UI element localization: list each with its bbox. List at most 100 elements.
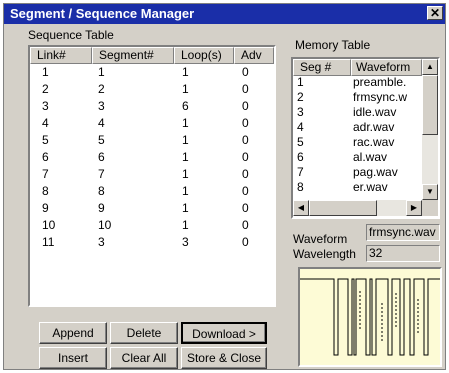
loops-cell: 1 xyxy=(182,167,189,181)
list-item[interactable]: 2 frmsync.w xyxy=(293,91,423,104)
waveform-graph xyxy=(300,278,440,356)
insert-button[interactable]: Insert xyxy=(39,347,107,369)
link-cell: 4 xyxy=(42,116,49,130)
segment-cell: 3 xyxy=(98,99,105,113)
table-row[interactable]: 3 3 6 0 xyxy=(30,99,274,114)
column-header-segment[interactable]: Segment# xyxy=(92,47,174,64)
download-button[interactable]: Download > xyxy=(181,322,267,344)
list-item[interactable]: 6 al.wav xyxy=(293,151,423,164)
table-row[interactable]: 1 1 1 0 xyxy=(30,65,274,80)
list-item[interactable]: 4 adr.wav xyxy=(293,121,423,134)
loops-cell: 6 xyxy=(182,99,189,113)
table-row[interactable]: 6 6 1 0 xyxy=(30,150,274,165)
scroll-thumb[interactable] xyxy=(422,75,438,135)
adv-cell: 0 xyxy=(242,150,249,164)
seg-cell: 6 xyxy=(297,150,304,164)
column-header-seg[interactable]: Seg # xyxy=(293,59,351,76)
append-button[interactable]: Append xyxy=(39,322,107,344)
sequence-table-label: Sequence Table xyxy=(28,28,114,42)
waveform-cell: al.wav xyxy=(353,150,388,164)
table-row[interactable]: 9 9 1 0 xyxy=(30,201,274,216)
list-item[interactable]: 8 er.wav xyxy=(293,181,423,194)
segment-cell: 8 xyxy=(98,184,105,198)
table-row[interactable]: 10 10 1 0 xyxy=(30,218,274,233)
table-row[interactable]: 8 8 1 0 xyxy=(30,184,274,199)
scroll-thumb-horizontal[interactable] xyxy=(309,200,377,216)
wavelength-field[interactable]: 32 xyxy=(366,245,440,262)
loops-cell: 1 xyxy=(182,218,189,232)
seg-cell: 4 xyxy=(297,120,304,134)
table-row[interactable]: 5 5 1 0 xyxy=(30,133,274,148)
store-close-button[interactable]: Store & Close xyxy=(181,347,267,369)
segment-cell: 7 xyxy=(98,167,105,181)
column-header-loops[interactable]: Loop(s) xyxy=(174,47,234,64)
segment-cell: 1 xyxy=(98,65,105,79)
waveform-label: Waveform xyxy=(293,232,348,246)
waveform-preview xyxy=(298,267,442,367)
memory-horizontal-scrollbar[interactable]: ◀ ▶ xyxy=(293,200,422,216)
link-cell: 5 xyxy=(42,133,49,147)
column-header-adv[interactable]: Adv xyxy=(234,47,274,64)
adv-cell: 0 xyxy=(242,184,249,198)
adv-cell: 0 xyxy=(242,218,249,232)
delete-button[interactable]: Delete xyxy=(110,322,178,344)
seg-cell: 8 xyxy=(297,180,304,194)
link-cell: 7 xyxy=(42,167,49,181)
column-header-waveform[interactable]: Waveform xyxy=(351,59,422,76)
table-row[interactable]: 4 4 1 0 xyxy=(30,116,274,131)
list-item[interactable]: 1 preamble. xyxy=(293,76,423,89)
loops-cell: 1 xyxy=(182,133,189,147)
link-cell: 11 xyxy=(42,235,55,249)
adv-cell: 0 xyxy=(242,167,249,181)
seg-cell: 2 xyxy=(297,90,304,104)
scroll-up-icon[interactable]: ▲ xyxy=(422,59,438,75)
seg-cell: 1 xyxy=(297,75,304,89)
close-icon[interactable]: ✕ xyxy=(427,6,443,20)
segment-sequence-manager-window: Segment / Sequence Manager ✕ Sequence Ta… xyxy=(3,3,446,370)
waveform-cell: adr.wav xyxy=(353,120,395,134)
adv-cell: 0 xyxy=(242,133,249,147)
table-row[interactable]: 2 2 1 0 xyxy=(30,82,274,97)
seg-cell: 7 xyxy=(297,165,304,179)
loops-cell: 1 xyxy=(182,82,189,96)
waveform-cell: pag.wav xyxy=(353,165,398,179)
waveform-field[interactable]: frmsync.wav xyxy=(366,224,440,241)
link-cell: 6 xyxy=(42,150,49,164)
loops-cell: 1 xyxy=(182,150,189,164)
sequence-table[interactable]: Link# Segment# Loop(s) Adv 1110221033604… xyxy=(28,45,276,307)
adv-cell: 0 xyxy=(242,99,249,113)
waveform-cell: er.wav xyxy=(353,180,388,194)
list-item[interactable]: 3 idle.wav xyxy=(293,106,423,119)
table-row[interactable]: 7 7 1 0 xyxy=(30,167,274,182)
loops-cell: 1 xyxy=(182,184,189,198)
list-item[interactable]: 5 rac.wav xyxy=(293,136,423,149)
loops-cell: 3 xyxy=(182,235,189,249)
segment-cell: 4 xyxy=(98,116,105,130)
link-cell: 10 xyxy=(42,218,56,232)
list-item[interactable]: 7 pag.wav xyxy=(293,166,423,179)
scroll-down-icon[interactable]: ▼ xyxy=(422,184,438,200)
loops-cell: 1 xyxy=(182,116,189,130)
link-cell: 8 xyxy=(42,184,49,198)
link-cell: 1 xyxy=(42,65,49,79)
loops-cell: 1 xyxy=(182,201,189,215)
waveform-cell: idle.wav xyxy=(353,105,397,119)
scroll-right-icon[interactable]: ▶ xyxy=(406,200,422,216)
segment-cell: 2 xyxy=(98,82,105,96)
memory-vertical-scrollbar[interactable]: ▲ ▼ xyxy=(422,59,438,200)
wavelength-label: Wavelength xyxy=(293,247,356,261)
segment-cell: 10 xyxy=(98,218,112,232)
title-bar: Segment / Sequence Manager ✕ xyxy=(4,4,445,24)
seg-cell: 5 xyxy=(297,135,304,149)
scroll-left-icon[interactable]: ◀ xyxy=(293,200,309,216)
clear-all-button[interactable]: Clear All xyxy=(110,347,178,369)
memory-table[interactable]: Seg # Waveform 1 preamble. 2 frmsync.w 3 idle… xyxy=(291,57,440,219)
segment-cell: 3 xyxy=(98,235,105,249)
adv-cell: 0 xyxy=(242,65,249,79)
window-title: Segment / Sequence Manager xyxy=(10,6,195,21)
link-cell: 2 xyxy=(42,82,49,96)
column-header-link[interactable]: Link# xyxy=(30,47,92,64)
table-row[interactable]: 11 3 3 0 xyxy=(30,235,274,250)
seg-cell: 3 xyxy=(297,105,304,119)
adv-cell: 0 xyxy=(242,116,249,130)
